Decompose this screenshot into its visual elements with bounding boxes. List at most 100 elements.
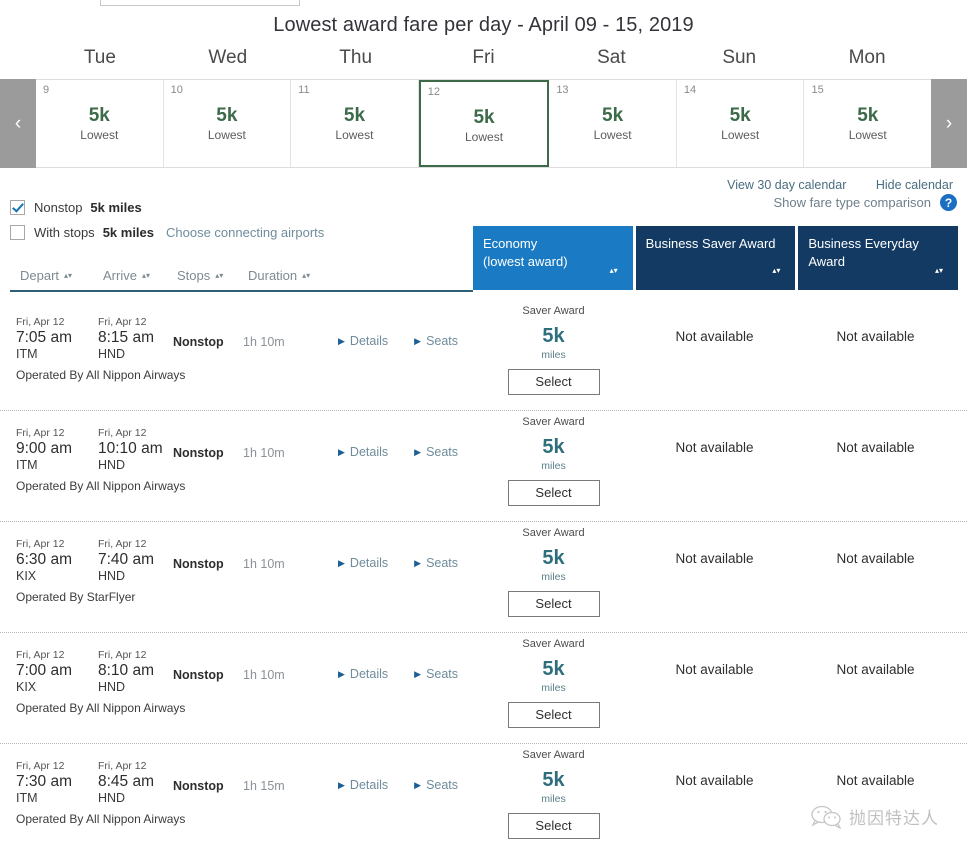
stops-value: Nonstop	[173, 335, 224, 349]
business-everyday-status: Not available	[836, 662, 915, 677]
depart-airport: ITM	[16, 458, 38, 473]
seats-link[interactable]: ▶ Seats	[414, 667, 458, 681]
triangle-right-icon: ▶	[414, 557, 422, 568]
with-stops-checkbox[interactable]	[10, 225, 25, 240]
details-link[interactable]: ▶ Details	[338, 667, 388, 681]
calendar-day-note: Lowest	[721, 127, 760, 142]
calendar-day-number: 11	[298, 84, 310, 96]
select-button[interactable]: Select	[507, 813, 600, 839]
calendar-day-15[interactable]: 15 5k Lowest	[804, 80, 931, 167]
filter-row-nonstop[interactable]: Nonstop 5k miles	[10, 196, 324, 219]
fare-class-sort-icon[interactable]: ▴▾	[934, 267, 944, 282]
sort-column-arrive[interactable]: Arrive ▴▾	[103, 268, 150, 283]
depart-segment: Fri, Apr 12 7:00 am KIX	[16, 649, 72, 694]
depart-time: 7:30 am	[16, 773, 73, 790]
triangle-right-icon: ▶	[414, 668, 422, 679]
select-button[interactable]: Select	[507, 591, 600, 617]
seats-link[interactable]: ▶ Seats	[414, 556, 458, 570]
calendar-prev-arrow[interactable]: ‹	[0, 79, 36, 168]
seats-link[interactable]: ▶ Seats	[414, 334, 458, 348]
fare-class-name: Economy	[483, 236, 538, 251]
calendar-day-14[interactable]: 14 5k Lowest	[677, 80, 805, 167]
calendar-weekday-wed: Wed	[208, 47, 248, 68]
view-30-day-calendar-link[interactable]: View 30 day calendar	[727, 178, 846, 192]
arrive-date: Fri, Apr 12	[98, 760, 147, 772]
calendar-weekday-sun: Sun	[722, 47, 757, 68]
sort-column-depart[interactable]: Depart ▴▾	[20, 268, 72, 283]
help-icon[interactable]: ?	[940, 194, 957, 211]
business-saver-status: Not available	[675, 773, 754, 788]
details-link[interactable]: ▶ Details	[338, 445, 388, 459]
calendar-day-cells: 9 5k Lowest 10 5k Lowest 11 5k Lowest 12 5k Lowest 1…	[36, 79, 931, 168]
calendar-weekday-mon: Mon	[848, 47, 886, 68]
sort-arrows-icon[interactable]: ▴▾	[64, 272, 72, 280]
sort-column-label: Depart	[20, 268, 60, 283]
calendar-day-note: Lowest	[593, 127, 632, 142]
calendar-next-arrow[interactable]: ›	[931, 79, 967, 168]
fare-class-header-3[interactable]: Business Everyday Award ▴▾	[798, 226, 959, 290]
select-button[interactable]: Select	[507, 702, 600, 728]
calendar-day-fare: 5k	[88, 105, 110, 126]
calendar-day-note: Lowest	[335, 127, 374, 142]
calendar-day-10[interactable]: 10 5k Lowest	[164, 80, 292, 167]
depart-date: Fri, Apr 12	[16, 760, 65, 772]
business-saver-fare-cell: Not available	[634, 633, 795, 677]
show-fare-type-comparison[interactable]: Show fare type comparison ?	[773, 194, 957, 211]
details-link[interactable]: ▶ Details	[338, 778, 388, 792]
arrive-segment: Fri, Apr 12 10:10 am HND	[98, 427, 163, 472]
arrive-segment: Fri, Apr 12 8:10 am HND	[98, 649, 154, 694]
sort-column-duration[interactable]: Duration ▴▾	[248, 268, 310, 283]
economy-fare-units: miles	[541, 349, 566, 361]
stops-value: Nonstop	[173, 779, 224, 793]
sort-arrows-icon[interactable]: ▴▾	[142, 272, 150, 280]
seats-link[interactable]: ▶ Seats	[414, 445, 458, 459]
filter-row-with-stops[interactable]: With stops 5k miles Choose connecting ai…	[10, 221, 324, 244]
sort-arrows-icon[interactable]: ▴▾	[302, 272, 310, 280]
seats-link[interactable]: ▶ Seats	[414, 778, 458, 792]
calendar-day-number: 14	[683, 84, 697, 96]
operated-by: Operated By All Nippon Airways	[16, 701, 186, 715]
fare-class-header-1[interactable]: Economy (lowest award) ▴▾	[473, 226, 633, 290]
depart-time: 7:00 am	[16, 662, 73, 679]
calendar-day-12[interactable]: 12 5k Lowest	[418, 80, 550, 167]
nonstop-checkbox[interactable]	[10, 200, 25, 215]
economy-fare-amount: 5k	[542, 658, 565, 680]
duration-value: 1h 10m	[243, 335, 285, 349]
fare-class-sort-icon[interactable]: ▴▾	[609, 267, 619, 282]
triangle-right-icon: ▶	[414, 446, 422, 457]
duration-value: 1h 15m	[243, 779, 285, 793]
business-everyday-fare-cell: Not available	[795, 300, 956, 344]
calendar-weekday-sat: Sat	[597, 47, 626, 68]
economy-fare-units: miles	[541, 460, 566, 472]
filter-panel: Nonstop 5k miles With stops 5k miles Cho…	[10, 196, 324, 246]
calendar-day-11[interactable]: 11 5k Lowest	[291, 80, 419, 167]
select-button[interactable]: Select	[507, 480, 600, 506]
sort-arrows-icon[interactable]: ▴▾	[215, 272, 223, 280]
fare-class-header-row: Economy (lowest award) ▴▾ Business Saver Aw…	[473, 226, 959, 290]
depart-segment: Fri, Apr 12 7:30 am ITM	[16, 760, 72, 805]
business-everyday-fare-cell: Not available	[795, 744, 956, 788]
fare-class-sort-icon[interactable]: ▴▾	[771, 267, 781, 282]
depart-date: Fri, Apr 12	[16, 316, 65, 328]
economy-fare-cell: Saver Award 5k miles Select	[473, 300, 634, 395]
calendar-day-13[interactable]: 13 5k Lowest	[549, 80, 677, 167]
row-links: ▶ Details ▶ Seats	[338, 445, 458, 459]
economy-fare-units: miles	[541, 793, 566, 805]
business-everyday-fare-cell: Not available	[795, 522, 956, 566]
saver-award-label: Saver Award	[522, 305, 585, 317]
sort-column-stops[interactable]: Stops ▴▾	[177, 268, 223, 283]
select-button[interactable]: Select	[507, 369, 600, 395]
hide-calendar-link[interactable]: Hide calendar	[876, 178, 953, 192]
calendar-day-9[interactable]: 9 5k Lowest	[36, 80, 164, 167]
calendar-day-number: 10	[170, 84, 183, 96]
depart-date: Fri, Apr 12	[16, 649, 65, 661]
fare-class-header-2[interactable]: Business Saver Award ▴▾	[635, 226, 796, 290]
business-everyday-fare-cell: Not available	[795, 633, 956, 677]
flight-results-list: Fri, Apr 12 7:05 am ITM Fri, Apr 12 8:15 am H…	[0, 300, 967, 855]
flight-row: Fri, Apr 12 7:00 am KIX Fri, Apr 12 8:10 am H…	[0, 633, 967, 744]
arrive-airport: HND	[98, 569, 126, 584]
choose-connecting-airports-link[interactable]: Choose connecting airports	[166, 225, 324, 240]
details-link[interactable]: ▶ Details	[338, 334, 388, 348]
depart-date: Fri, Apr 12	[16, 427, 65, 439]
details-link[interactable]: ▶ Details	[338, 556, 388, 570]
